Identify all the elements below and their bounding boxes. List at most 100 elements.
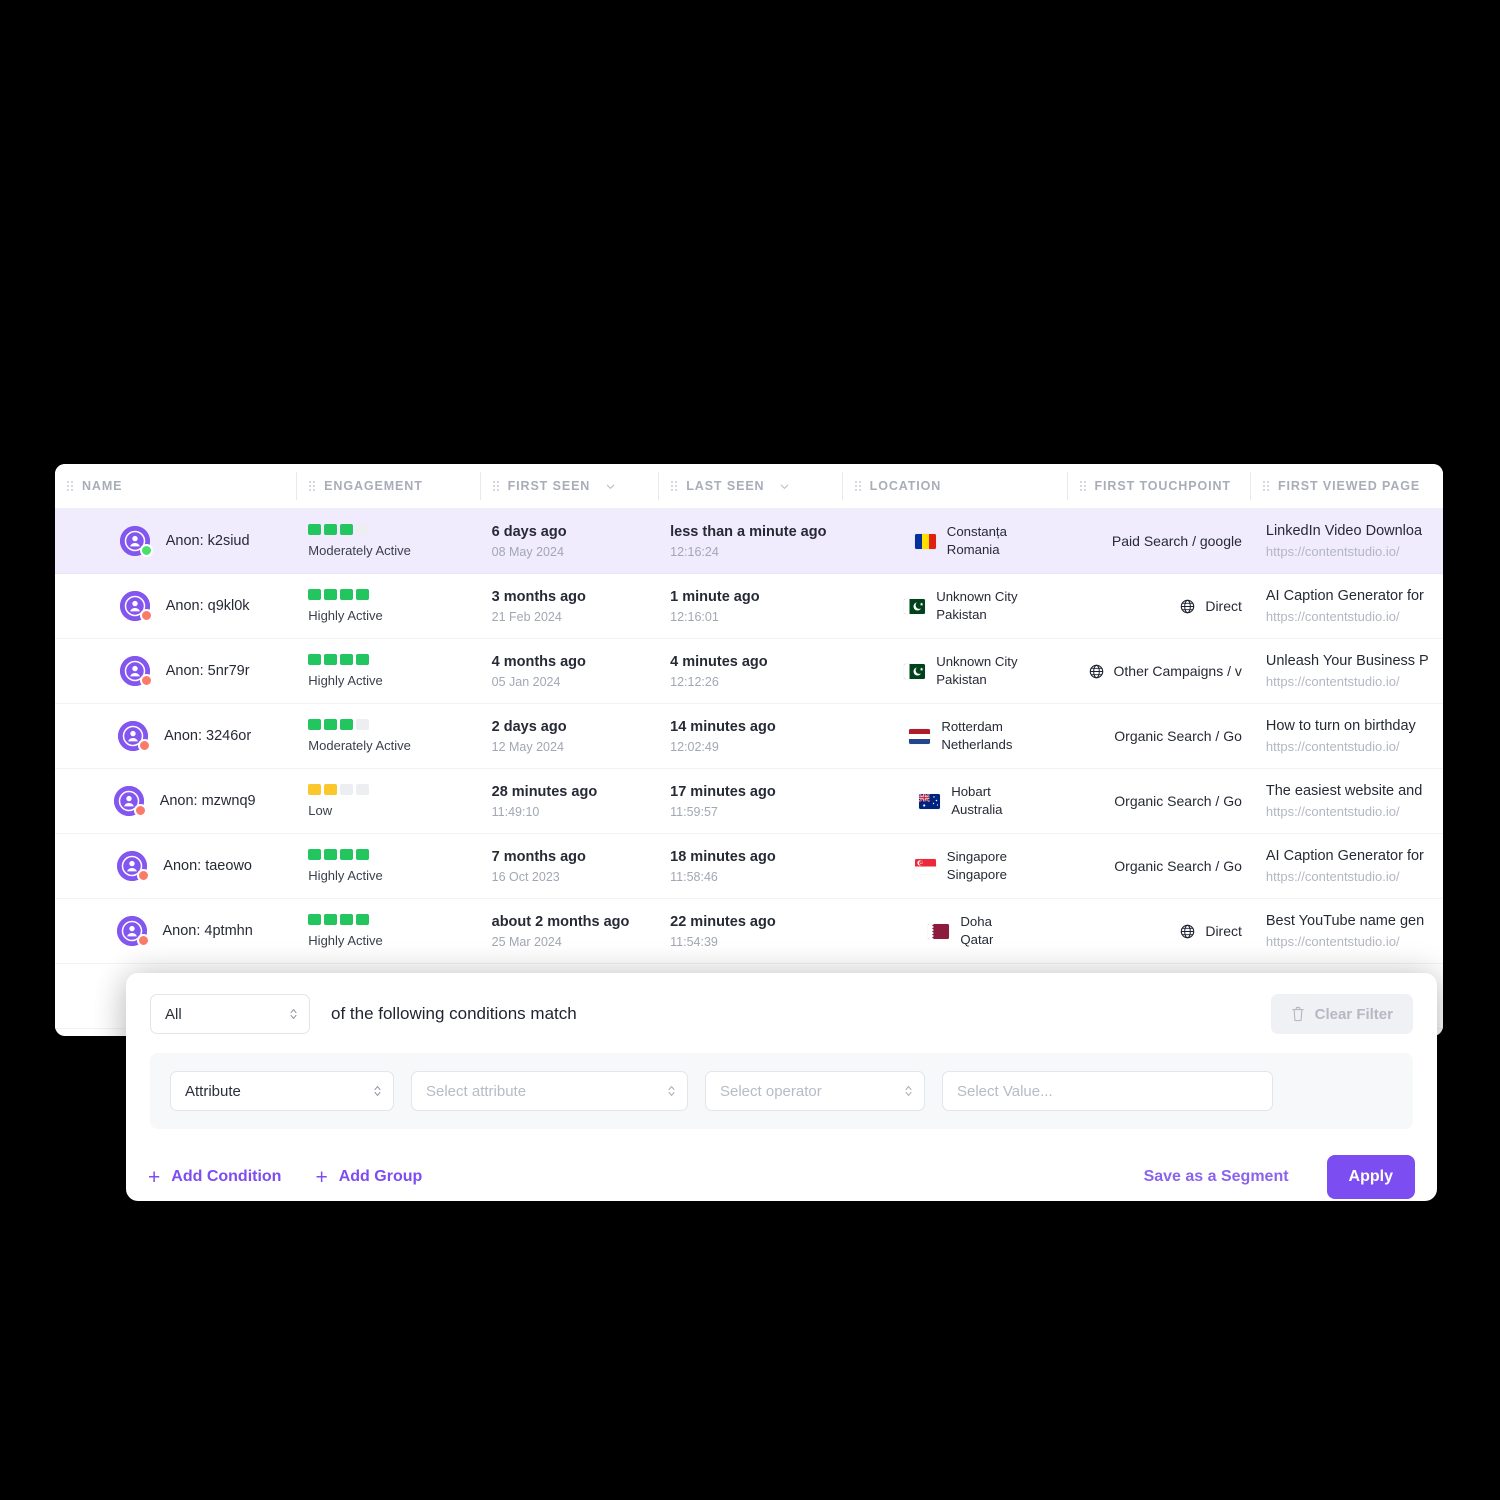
- engagement-bar-segment: [324, 589, 338, 600]
- engagement-bar-segment: [324, 784, 338, 795]
- table-row[interactable]: Anon: q9kl0k Highly Active 3 months ago 21 …: [55, 574, 1443, 639]
- avatar: [118, 721, 152, 752]
- drag-handle-icon[interactable]: [671, 481, 678, 491]
- page-title: AI Caption Generator for: [1265, 848, 1424, 864]
- touchpoint-text: Paid Search / google: [1111, 533, 1242, 549]
- last-seen-relative: less than a minute ago: [670, 523, 827, 540]
- add-group-button[interactable]: + Add Group: [315, 1167, 422, 1188]
- cell-first-touchpoint: Direct: [1066, 899, 1250, 964]
- drag-handle-icon[interactable]: [67, 481, 73, 491]
- engagement-label: Highly Active: [308, 933, 383, 948]
- drag-handle-icon[interactable]: [854, 481, 861, 491]
- last-seen-time: 12:12:26: [670, 674, 719, 689]
- cell-first-touchpoint: Paid Search / google: [1066, 509, 1250, 574]
- column-header-location[interactable]: LOCATION: [841, 472, 1067, 500]
- page-url[interactable]: https://contentstudio.io/: [1266, 934, 1443, 949]
- drag-handle-icon[interactable]: [1079, 481, 1086, 491]
- engagement-bar-segment: [356, 654, 370, 665]
- cell-last-seen: 14 minutes ago 12:02:49: [658, 704, 841, 769]
- page-url[interactable]: https://contentstudio.io/: [1266, 804, 1443, 819]
- location-lines: Rotterdam Netherlands: [941, 718, 1012, 754]
- column-header-name[interactable]: NAME: [55, 472, 296, 500]
- column-header-first-viewed-page[interactable]: FIRST VIEWED PAGE: [1249, 472, 1443, 500]
- column-header-first-seen[interactable]: FIRST SEEN: [479, 472, 659, 500]
- country-flag-icon: [904, 598, 926, 614]
- cell-location: Constanța Romania: [841, 509, 1066, 574]
- column-header-label: ENGAGEMENT: [324, 479, 423, 493]
- column-header-engagement[interactable]: ENGAGEMENT: [296, 472, 479, 500]
- cell-location: Unknown City Pakistan: [841, 574, 1066, 639]
- location-country: Qatar: [960, 932, 994, 947]
- cell-name[interactable]: Anon: 4ptmhn: [55, 899, 296, 964]
- last-seen-time: 12:02:49: [670, 739, 719, 754]
- location-city: Singapore: [946, 849, 1007, 865]
- add-condition-label: Add Condition: [171, 1168, 282, 1185]
- cell-engagement: Highly Active: [296, 899, 479, 964]
- location-lines: Hobart Australia: [951, 783, 1002, 819]
- trash-icon: [1291, 1006, 1305, 1022]
- drag-handle-icon[interactable]: [492, 481, 499, 491]
- operator-select[interactable]: Select operator: [705, 1071, 925, 1111]
- apply-button[interactable]: Apply: [1326, 1155, 1415, 1199]
- cell-name[interactable]: Anon: mzwnq9: [55, 769, 296, 834]
- page-url[interactable]: https://contentstudio.io/: [1266, 739, 1443, 754]
- engagement-label: Moderately Active: [308, 543, 411, 558]
- page-title: Unleash Your Business P: [1265, 653, 1429, 669]
- last-seen-time: 11:59:57: [670, 804, 718, 819]
- save-as-segment-button[interactable]: Save as a Segment: [1144, 1168, 1289, 1186]
- first-seen-relative: 2 days ago: [491, 718, 567, 735]
- table-row[interactable]: Anon: mzwnq9 Low 28 minutes ago 11:49:10 17 …: [55, 769, 1443, 834]
- match-mode-select[interactable]: All: [150, 994, 310, 1034]
- location-country: Romania: [946, 542, 1000, 557]
- cell-location: Doha Qatar: [841, 899, 1066, 964]
- touchpoint-text: Organic Search / Go: [1114, 793, 1242, 809]
- last-seen-relative: 4 minutes ago: [670, 653, 768, 670]
- table-row[interactable]: Anon: 4ptmhn Highly Active about 2 months …: [55, 899, 1443, 964]
- column-header-label: NAME: [82, 479, 123, 493]
- cell-name[interactable]: Anon: q9kl0k: [55, 574, 296, 639]
- table-row[interactable]: Anon: k2siud Moderately Active 6 days ago 0…: [55, 509, 1443, 574]
- cell-name[interactable]: Anon: k2siud: [55, 509, 296, 574]
- page-url[interactable]: https://contentstudio.io/: [1266, 609, 1443, 624]
- page-url[interactable]: https://contentstudio.io/: [1266, 544, 1443, 559]
- engagement-bar-segment: [324, 524, 338, 535]
- add-condition-button[interactable]: + Add Condition: [148, 1167, 281, 1188]
- location-city: Rotterdam: [941, 719, 1003, 735]
- cell-name[interactable]: Anon: taeowo: [55, 834, 296, 899]
- country-flag-icon: [928, 923, 950, 939]
- page-title: AI Caption Generator for: [1265, 588, 1424, 604]
- table-row[interactable]: Anon: 5nr79r Highly Active 4 months ago 05 …: [55, 639, 1443, 704]
- page-url[interactable]: https://contentstudio.io/: [1266, 674, 1443, 689]
- clear-filter-button[interactable]: Clear Filter: [1270, 994, 1413, 1034]
- first-seen-date: 25 Mar 2024: [491, 934, 562, 949]
- condition-type-select[interactable]: Attribute: [170, 1071, 394, 1111]
- location-city: Hobart: [951, 784, 991, 800]
- value-input[interactable]: Select Value...: [942, 1071, 1273, 1111]
- column-header-label: FIRST SEEN: [507, 479, 591, 493]
- table-row[interactable]: Anon: 3246or Moderately Active 2 days ago 1…: [55, 704, 1443, 769]
- table-row[interactable]: Anon: taeowo Highly Active 7 months ago 16 …: [55, 834, 1443, 899]
- attribute-select[interactable]: Select attribute: [411, 1071, 688, 1111]
- visitor-name: Anon: mzwnq9: [159, 793, 256, 809]
- avatar: [113, 786, 147, 817]
- cell-name[interactable]: Anon: 5nr79r: [55, 639, 296, 704]
- chevron-updown-icon: [904, 1084, 913, 1098]
- globe-icon: [1180, 599, 1195, 614]
- column-header-first-touchpoint[interactable]: FIRST TOUCHPOINT: [1066, 472, 1250, 500]
- first-seen-date: 05 Jan 2024: [491, 674, 561, 689]
- cell-first-seen: 28 minutes ago 11:49:10: [480, 769, 659, 834]
- first-seen-relative: 4 months ago: [491, 653, 586, 670]
- drag-handle-icon[interactable]: [309, 481, 316, 491]
- cell-location: Hobart Australia: [841, 769, 1066, 834]
- first-seen-date: 08 May 2024: [491, 544, 564, 559]
- engagement-bar-segment: [356, 524, 370, 535]
- column-header-last-seen[interactable]: LAST SEEN: [658, 472, 841, 500]
- chevron-down-icon[interactable]: [605, 481, 616, 492]
- country-flag-icon: [904, 663, 926, 679]
- page-url[interactable]: https://contentstudio.io/: [1266, 869, 1443, 884]
- cell-name[interactable]: Anon: 3246or: [55, 704, 296, 769]
- drag-handle-icon[interactable]: [1262, 481, 1269, 491]
- location-city: Doha: [960, 914, 992, 930]
- chevron-down-icon[interactable]: [779, 481, 790, 492]
- last-seen-relative: 22 minutes ago: [670, 913, 776, 930]
